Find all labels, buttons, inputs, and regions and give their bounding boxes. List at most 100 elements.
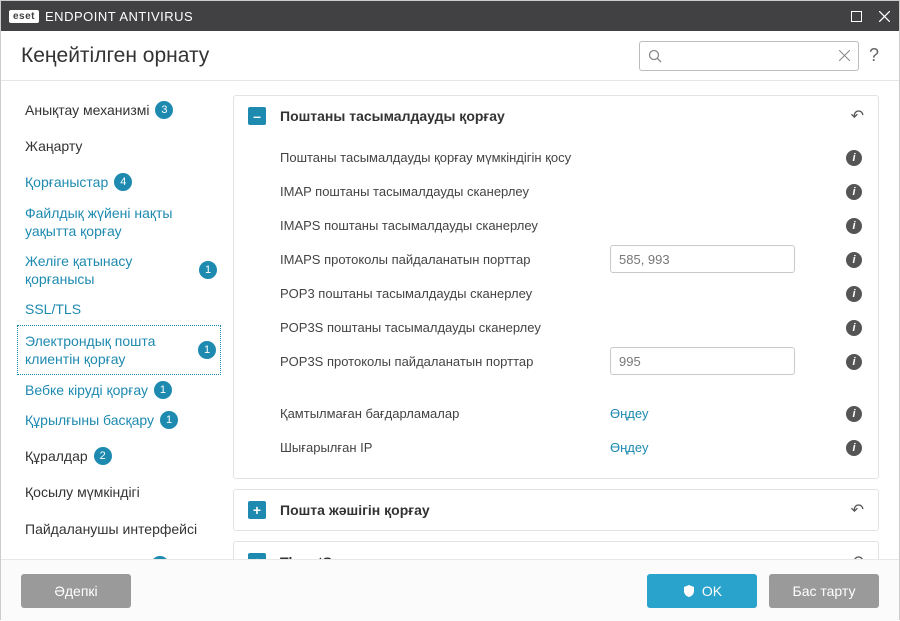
revert-icon[interactable]: ↶ <box>851 106 864 126</box>
badge: 1 <box>199 261 217 279</box>
default-button[interactable]: Әдепкі <box>21 574 131 608</box>
panel-header[interactable]: – Поштаны тасымалдауды қорғау ↶ <box>234 96 878 136</box>
setting-label: IMAP поштаны тасымалдауды сканерлеу <box>280 184 610 199</box>
info-icon[interactable]: i <box>846 184 862 200</box>
sidebar-item-detection[interactable]: Анықтау механизмі 3 <box>21 95 221 125</box>
brand-box: eset <box>9 10 39 23</box>
setting-row: Поштаны тасымалдауды қорғау мүмкіндігін … <box>280 140 864 174</box>
badge: 1 <box>151 556 169 559</box>
sidebar-item-label: Пайдаланушы интерфейсі <box>25 520 197 538</box>
badge: 3 <box>155 101 173 119</box>
revert-icon[interactable]: ↶ <box>851 552 864 559</box>
setting-row: IMAPS протоколы пайдаланатын порттар i <box>280 242 864 276</box>
expand-icon[interactable]: + <box>248 501 266 519</box>
info-icon[interactable]: i <box>846 440 862 456</box>
setting-label: POP3S протоколы пайдаланатын порттар <box>280 354 610 369</box>
titlebar: eset ENDPOINT ANTIVIRUS <box>1 1 899 31</box>
sidebar-item-email-client[interactable]: Электрондық пошта клиентін қорғау 1 <box>17 325 221 375</box>
sidebar-item-label: Желіге қатынасу қорғанысы <box>25 252 193 288</box>
setting-row: POP3S протоколы пайдаланатын порттар i <box>280 344 864 378</box>
setting-label: Қамтылмаған бағдарламалар <box>280 406 610 421</box>
collapse-icon[interactable]: – <box>248 107 266 125</box>
panel-header[interactable]: + ThreatSense ↶ <box>234 542 878 559</box>
info-icon[interactable]: i <box>846 218 862 234</box>
revert-icon[interactable]: ↶ <box>851 500 864 520</box>
info-icon[interactable]: i <box>846 320 862 336</box>
info-icon[interactable]: i <box>846 286 862 302</box>
setting-label: POP3S поштаны тасымалдауды сканерлеу <box>280 320 610 335</box>
panel-header[interactable]: + Пошта жәшігін қорғау ↶ <box>234 490 878 530</box>
header: Кеңейтілген орнату ? <box>1 31 899 81</box>
sidebar-item-protections[interactable]: Қорғаныстар 4 <box>21 167 221 197</box>
setting-row: POP3 поштаны тасымалдауды сканерлеу i <box>280 276 864 310</box>
badge: 1 <box>198 341 216 359</box>
sidebar-item-connectivity[interactable]: Қосылу мүмкіндігі <box>21 477 221 507</box>
sidebar-item-label: Вебке кіруді қорғау <box>25 381 148 399</box>
maximize-icon[interactable] <box>849 9 863 23</box>
brand: eset ENDPOINT ANTIVIRUS <box>9 9 193 24</box>
info-icon[interactable]: i <box>846 252 862 268</box>
button-label: Әдепкі <box>54 583 97 599</box>
badge: 4 <box>114 173 132 191</box>
setting-label: POP3 поштаны тасымалдауды сканерлеу <box>280 286 610 301</box>
setting-row: IMAPS поштаны тасымалдауды сканерлеу i <box>280 208 864 242</box>
imaps-ports-input[interactable] <box>610 245 795 273</box>
setting-row: IMAP поштаны тасымалдауды сканерлеу i <box>280 174 864 208</box>
setting-label: Шығарылған IP <box>280 440 610 455</box>
sidebar-item-label: Құралдар <box>25 447 88 465</box>
close-icon[interactable] <box>877 9 891 23</box>
sidebar-item-label: Құрылғыны басқару <box>25 411 154 429</box>
panel-threatsense: + ThreatSense ↶ <box>233 541 879 559</box>
sidebar-item-update[interactable]: Жаңарту <box>21 131 221 161</box>
info-icon[interactable]: i <box>846 406 862 422</box>
badge: 1 <box>154 381 172 399</box>
panel-title: Пошта жәшігін қорғау <box>280 502 430 518</box>
setting-label: Поштаны тасымалдауды қорғау мүмкіндігін … <box>280 150 610 165</box>
sidebar-item-notifications[interactable]: Хабарландырулар 1 <box>21 550 221 559</box>
sidebar-item-device-control[interactable]: Құрылғыны басқару 1 <box>21 405 221 435</box>
content: – Поштаны тасымалдауды қорғау ↶ Поштаны … <box>221 81 899 559</box>
clear-search-icon[interactable] <box>839 50 850 61</box>
setting-label: IMAPS поштаны тасымалдауды сканерлеу <box>280 218 610 233</box>
setting-row: POP3S поштаны тасымалдауды сканерлеу i <box>280 310 864 344</box>
search-icon <box>648 49 662 63</box>
sidebar-item-label: Анықтау механизмі <box>25 101 149 119</box>
product-name: ENDPOINT ANTIVIRUS <box>45 9 193 24</box>
footer: Әдепкі OK Бас тарту <box>1 559 899 621</box>
setting-row: Шығарылған IP Өңдеу i <box>280 430 864 464</box>
ok-button[interactable]: OK <box>647 574 757 608</box>
sidebar-item-ssl-tls[interactable]: SSL/TLS <box>21 294 221 324</box>
sidebar-item-label: Файлдық жүйені нақты уақытта қорғау <box>25 204 217 240</box>
edit-excluded-ip-link[interactable]: Өңдеу <box>610 440 648 455</box>
cancel-button[interactable]: Бас тарту <box>769 574 879 608</box>
shield-icon <box>682 584 696 598</box>
expand-icon[interactable]: + <box>248 553 266 559</box>
sidebar-item-web-access[interactable]: Вебке кіруді қорғау 1 <box>21 375 221 405</box>
button-label: OK <box>702 583 722 599</box>
setting-label: IMAPS протоколы пайдаланатын порттар <box>280 252 610 267</box>
page-title: Кеңейтілген орнату <box>21 44 209 68</box>
badge: 2 <box>94 447 112 465</box>
help-icon[interactable]: ? <box>869 45 879 66</box>
sidebar-item-label: Қосылу мүмкіндігі <box>25 483 140 501</box>
edit-excluded-apps-link[interactable]: Өңдеу <box>610 406 648 421</box>
panel-title: Поштаны тасымалдауды қорғау <box>280 108 505 124</box>
pop3s-ports-input[interactable] <box>610 347 795 375</box>
sidebar-item-label: SSL/TLS <box>25 300 81 318</box>
button-label: Бас тарту <box>793 583 856 599</box>
sidebar: Анықтау механизмі 3 Жаңарту Қорғаныстар … <box>1 81 221 559</box>
sidebar-item-network-access[interactable]: Желіге қатынасу қорғанысы 1 <box>21 246 221 294</box>
sidebar-item-label: Хабарландырулар <box>25 556 145 559</box>
info-icon[interactable]: i <box>846 354 862 370</box>
panel-mailbox: + Пошта жәшігін қорғау ↶ <box>233 489 879 531</box>
info-icon[interactable]: i <box>846 150 862 166</box>
search-field[interactable] <box>639 41 859 71</box>
search-input[interactable] <box>662 48 839 63</box>
sidebar-item-ui[interactable]: Пайдаланушы интерфейсі <box>21 514 221 544</box>
sidebar-item-tools[interactable]: Құралдар 2 <box>21 441 221 471</box>
sidebar-item-realtime-fs[interactable]: Файлдық жүйені нақты уақытта қорғау <box>21 198 221 246</box>
setting-row: Қамтылмаған бағдарламалар Өңдеу i <box>280 396 864 430</box>
panel-mail-transport: – Поштаны тасымалдауды қорғау ↶ Поштаны … <box>233 95 879 479</box>
panel-title: ThreatSense <box>280 554 364 559</box>
sidebar-item-label: Жаңарту <box>25 137 82 155</box>
